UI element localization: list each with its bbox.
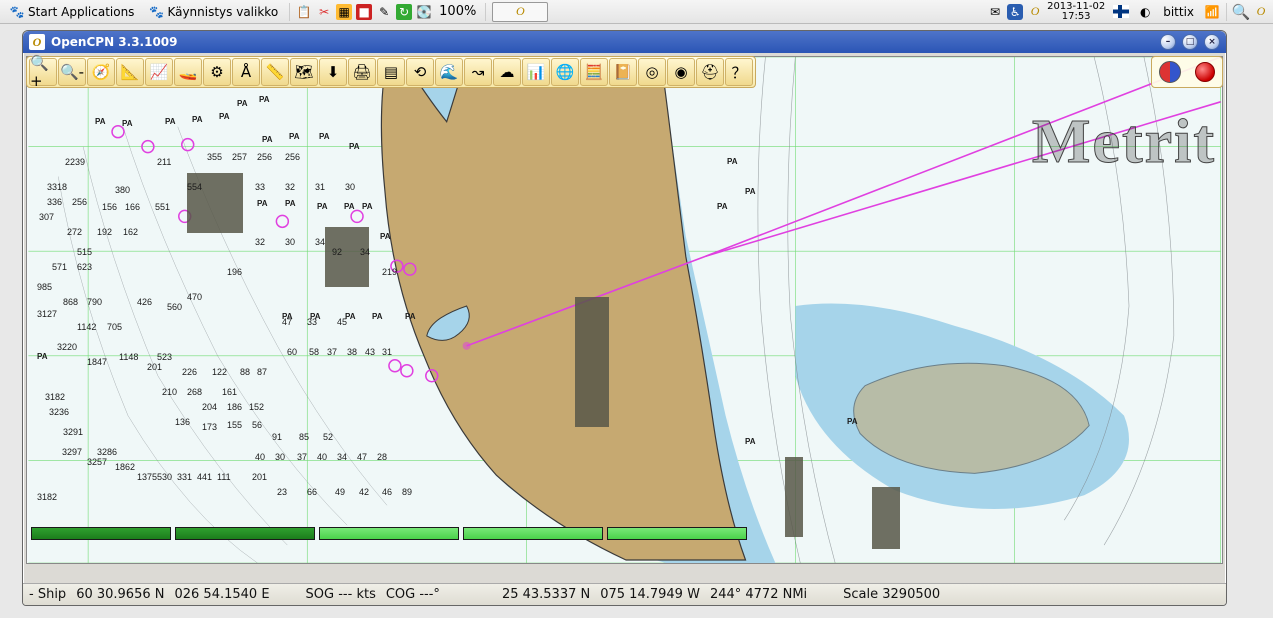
search-icon[interactable]: 🔍 [1233, 4, 1249, 20]
flag-finland-icon[interactable] [1113, 4, 1129, 20]
paw-icon: 🐾 [148, 4, 164, 20]
window-title: OpenCPN 3.3.1009 [51, 35, 178, 49]
minimize-button[interactable]: – [1160, 34, 1176, 50]
ais-button[interactable]: ⟲ [406, 58, 434, 86]
layers-button[interactable]: ▤ [377, 58, 405, 86]
user-label: bittix [1163, 5, 1194, 19]
status-cursor-lat: 25 43.5337 N [502, 587, 590, 602]
status-ship-lon: 026 54.1540 E [174, 587, 269, 602]
chart-overlay-patch [187, 173, 243, 233]
clock[interactable]: 2013-11-02 17:53 [1047, 2, 1105, 22]
start-label-fi: Käynnistys valikko [167, 5, 278, 19]
plugin1-button[interactable]: ◉ [667, 58, 695, 86]
paw-icon: 🐾 [9, 4, 25, 20]
main-toolbar: 🔍+🔍-🧭📐📈🚤⚙Å📏🗺⬇🖨▤⟲🌊↝☁📊🌐🧮📔◎◉⛑？ [26, 56, 756, 88]
help-button[interactable]: ？ [725, 58, 753, 86]
status-brg-dist: 244° 4772 NMi [710, 587, 807, 602]
separator [1226, 3, 1227, 21]
taskbar-app-opencpn[interactable]: O [492, 2, 548, 22]
zoom-percent: 100% [436, 4, 479, 19]
zoom-in-button[interactable]: 🔍+ [29, 58, 57, 86]
mob-button[interactable]: ⛑ [696, 58, 724, 86]
track-button[interactable]: 📈 [145, 58, 173, 86]
status-sog: SOG --- kts [306, 587, 376, 602]
currents-button[interactable]: ↝ [464, 58, 492, 86]
stop-icon[interactable]: ■ [356, 4, 372, 20]
disk-icon[interactable]: 💽 [416, 4, 432, 20]
chart-progress-bar [319, 527, 459, 540]
compass-gps-overlay [1151, 56, 1223, 88]
accessibility-icon[interactable]: ♿ [1007, 4, 1023, 20]
clock-time: 17:53 [1047, 12, 1105, 22]
chart-loading-strip [31, 527, 1218, 541]
download-button[interactable]: ⬇ [319, 58, 347, 86]
opencpn-icon: O [512, 4, 528, 20]
gps-status-icon[interactable] [1195, 62, 1215, 82]
chart-overlay-patch [785, 457, 803, 537]
dashboard-button[interactable]: 📊 [522, 58, 550, 86]
status-scale: Scale 3290500 [843, 587, 940, 602]
grib-button[interactable]: ☁ [493, 58, 521, 86]
globe-icon[interactable]: ◐ [1137, 4, 1153, 20]
radar-button[interactable]: ◎ [638, 58, 666, 86]
status-cog: COG ---° [386, 587, 440, 602]
chart-progress-bar [463, 527, 603, 540]
mail-icon[interactable]: ✉ [987, 4, 1003, 20]
close-button[interactable]: × [1204, 34, 1220, 50]
chart-overlay-patch [575, 297, 609, 427]
start-label: Start Applications [28, 5, 134, 19]
chart-progress-bar [175, 527, 315, 540]
opencpn-icon: O [29, 34, 45, 50]
start-menu-button[interactable]: 🐾 Käynnistys valikko [143, 1, 283, 23]
calendar-icon[interactable]: ▦ [336, 4, 352, 20]
cut-icon[interactable]: ✂ [316, 4, 332, 20]
refresh-icon[interactable]: ↻ [396, 4, 412, 20]
chart-overlay-patch [325, 227, 369, 287]
route-button[interactable]: 📐 [116, 58, 144, 86]
compass-icon[interactable] [1159, 61, 1181, 83]
window-titlebar[interactable]: O OpenCPN 3.3.1009 – □ × [23, 31, 1226, 53]
clipboard-icon[interactable]: 📋 [296, 4, 312, 20]
status-cursor-lon: 075 14.7949 W [600, 587, 700, 602]
logbook-button[interactable]: 📔 [609, 58, 637, 86]
opencpn-tray-icon[interactable]: O [1027, 4, 1043, 20]
ownship-button[interactable]: 🚤 [174, 58, 202, 86]
clock-date: 2013-11-02 [1047, 2, 1105, 12]
settings-button[interactable]: ⚙ [203, 58, 231, 86]
nautical-chart[interactable] [27, 57, 1222, 563]
chart-progress-bar [31, 527, 171, 540]
measure-button[interactable]: 📏 [261, 58, 289, 86]
separator [485, 3, 486, 21]
start-applications-button[interactable]: 🐾 Start Applications [4, 1, 139, 23]
chart-canvas[interactable]: 2239331833625630727219216251557162398586… [26, 56, 1223, 564]
wmm-button[interactable]: 🌐 [551, 58, 579, 86]
zoom-out-button[interactable]: 🔍- [58, 58, 86, 86]
status-ship-label: - Ship [29, 587, 66, 602]
status-ship-lat: 60 30.9656 N [76, 587, 164, 602]
opencpn-window: O OpenCPN 3.3.1009 – □ × [22, 30, 1227, 606]
tides-button[interactable]: 🌊 [435, 58, 463, 86]
separator [289, 3, 290, 21]
maximize-button[interactable]: □ [1182, 34, 1198, 50]
dividers-button[interactable]: Å [232, 58, 260, 86]
opencpn-tray2-icon[interactable]: O [1253, 4, 1269, 20]
print-button[interactable]: 🖨 [348, 58, 376, 86]
scale-chart-button[interactable]: 🧭 [87, 58, 115, 86]
pen-icon[interactable]: ✎ [376, 4, 392, 20]
status-bar: - Ship 60 30.9656 N 026 54.1540 E SOG --… [23, 583, 1226, 605]
chart-progress-bar [607, 527, 747, 540]
desktop-taskbar: 🐾 Start Applications 🐾 Käynnistys valikk… [0, 0, 1273, 24]
wifi-icon[interactable]: 📶 [1204, 4, 1220, 20]
charts-button[interactable]: 🗺 [290, 58, 318, 86]
calc-button[interactable]: 🧮 [580, 58, 608, 86]
